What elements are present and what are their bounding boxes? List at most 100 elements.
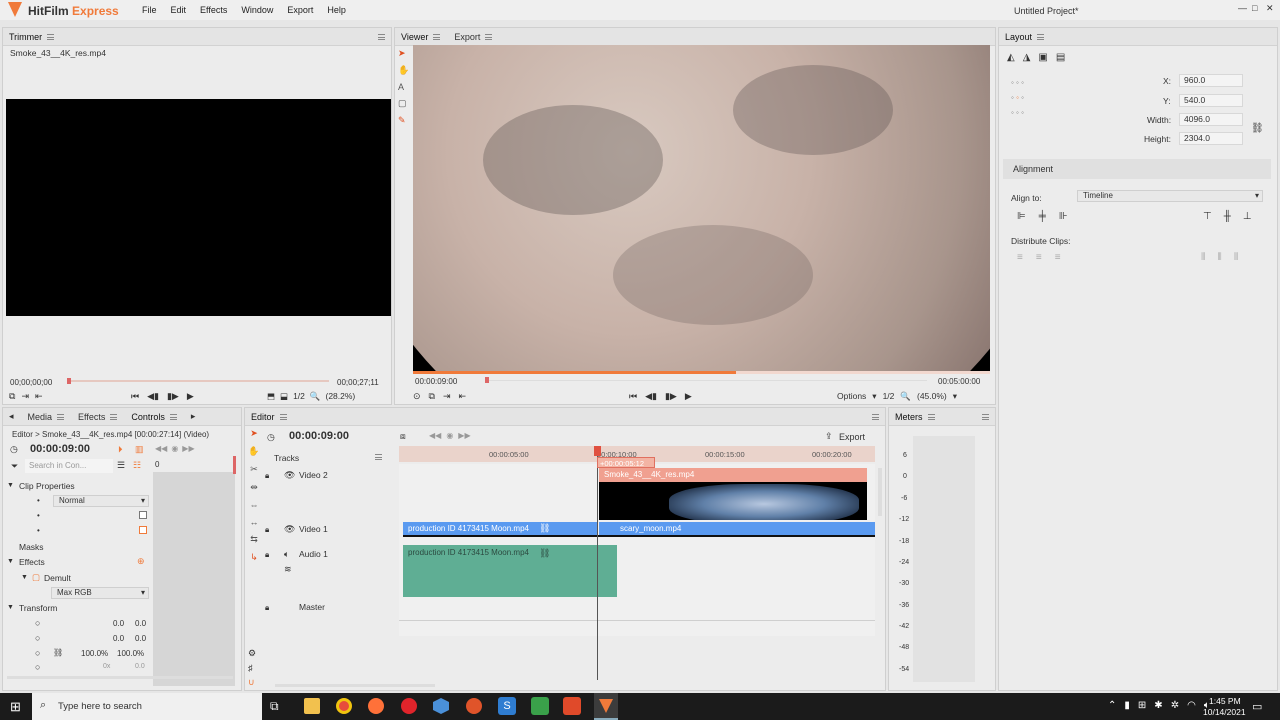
lock-icon[interactable]: 🔒︎ bbox=[265, 471, 269, 481]
effects-row[interactable]: ▼ Effects bbox=[3, 554, 153, 569]
viewer-scrub-bar[interactable] bbox=[487, 380, 927, 381]
property-checkbox[interactable] bbox=[139, 526, 147, 534]
settings-icon[interactable]: ⚙ bbox=[248, 648, 256, 659]
fill-icon[interactable]: ▤ bbox=[1056, 52, 1065, 63]
trimmer-preview[interactable] bbox=[6, 99, 391, 316]
clip-properties-row[interactable]: ▼ Clip Properties bbox=[3, 478, 153, 493]
menu-help[interactable]: Help bbox=[327, 5, 346, 15]
tab-trimmer[interactable]: Trimmer bbox=[9, 32, 55, 42]
step-forward-icon[interactable]: ▮▶ bbox=[167, 391, 179, 402]
app-s-icon[interactable]: S bbox=[498, 697, 516, 715]
menu-export[interactable]: Export bbox=[287, 5, 313, 15]
step-back-icon[interactable]: ◀▮ bbox=[645, 391, 657, 402]
tray-usb-icon[interactable]: ▮ bbox=[1124, 700, 1130, 711]
minimize-button[interactable]: — bbox=[1238, 3, 1247, 13]
select-tool-icon[interactable]: ➤ bbox=[398, 48, 410, 59]
hitfilm-taskbar-button[interactable] bbox=[594, 693, 618, 720]
step-forward-icon[interactable]: ▮▶ bbox=[665, 391, 677, 402]
menu-edit[interactable]: Edit bbox=[171, 5, 187, 15]
chevron-down-icon[interactable]: ▾ bbox=[953, 391, 957, 402]
flip-horizontal-icon[interactable]: ◭ bbox=[1007, 52, 1015, 63]
app-cube-icon[interactable] bbox=[433, 698, 449, 714]
property-checkbox[interactable] bbox=[139, 511, 147, 519]
trimmer-fraction[interactable]: 1/2 bbox=[293, 391, 305, 402]
opera-icon[interactable] bbox=[401, 698, 417, 714]
editor-horizontal-scrollbar[interactable] bbox=[275, 684, 435, 687]
tab-controls[interactable]: Controls bbox=[131, 412, 177, 422]
play-icon[interactable]: ▶ bbox=[685, 391, 692, 402]
zoom-icon[interactable]: 🔍 bbox=[900, 391, 911, 402]
controls-search-input[interactable]: Search in Con... bbox=[25, 459, 113, 473]
keyframe-toggle-icon[interactable]: ◉ bbox=[171, 444, 178, 453]
scroll-left-icon[interactable]: ◂ bbox=[9, 411, 14, 422]
close-button[interactable]: ✕ bbox=[1266, 3, 1274, 14]
align-top-icon[interactable]: ⊤ bbox=[1203, 211, 1212, 222]
tab-meters[interactable]: Meters bbox=[895, 412, 935, 422]
taskbar-search-input[interactable]: Type here to search bbox=[58, 701, 142, 712]
align-middle-icon[interactable]: ╫ bbox=[1224, 211, 1231, 222]
clock-date[interactable]: 10/14/2021 bbox=[1203, 707, 1246, 717]
distribute-top-icon[interactable]: ≡ bbox=[1017, 252, 1023, 263]
rate-tool-icon[interactable]: ↳ bbox=[250, 552, 258, 563]
pen-tool-icon[interactable]: ✎ bbox=[398, 115, 410, 126]
transform-value[interactable]: 0.0 bbox=[135, 619, 146, 628]
controls-keyframe-area[interactable] bbox=[153, 472, 235, 686]
flip-vertical-icon[interactable]: ◮ bbox=[1023, 52, 1031, 63]
transform-value[interactable]: 0x bbox=[103, 663, 110, 670]
editor-export-button[interactable]: Export bbox=[839, 432, 865, 442]
panel-menu-icon[interactable] bbox=[378, 32, 385, 42]
align-right-icon[interactable]: ⊪ bbox=[1059, 211, 1068, 222]
app-orange-icon[interactable] bbox=[466, 698, 482, 714]
hand-tool-icon[interactable]: ✋ bbox=[398, 65, 410, 76]
rotation-icon[interactable]: ○ bbox=[35, 662, 40, 672]
distribute-left-icon[interactable]: ⦀ bbox=[1201, 252, 1205, 263]
width-field[interactable]: 4096.0 bbox=[1179, 113, 1243, 126]
insert-icon[interactable]: ⇥ bbox=[443, 391, 451, 402]
viewer-zoom[interactable]: (45.0%) bbox=[917, 391, 947, 402]
transform-value[interactable]: 0.0 bbox=[113, 634, 124, 643]
step-back-icon[interactable]: ◀▮ bbox=[147, 391, 159, 402]
marker-icon[interactable]: ⏵ bbox=[118, 444, 123, 455]
lock-icon[interactable]: 🔒︎ bbox=[265, 550, 269, 560]
clock-time[interactable]: 1:45 PM bbox=[1209, 696, 1241, 706]
tracks-menu-icon[interactable] bbox=[375, 452, 382, 462]
tab-export[interactable]: Export bbox=[454, 32, 493, 42]
safe-area-icon[interactable]: ⊙ bbox=[413, 391, 421, 402]
taskbar-search[interactable]: ⌕ Type here to search bbox=[32, 693, 262, 720]
fit-icon[interactable]: ▣ bbox=[1038, 52, 1047, 63]
x-field[interactable]: 960.0 bbox=[1179, 74, 1243, 87]
editor-playhead-line[interactable] bbox=[597, 448, 598, 680]
editor-time[interactable]: 00:00:09:00 bbox=[289, 430, 349, 442]
link-icon[interactable]: ⛓ bbox=[1251, 123, 1264, 134]
masks-row[interactable]: Masks bbox=[3, 539, 153, 554]
zoom-icon[interactable]: 🔍 bbox=[310, 391, 321, 402]
tab-layout[interactable]: Layout bbox=[1005, 32, 1045, 42]
tray-network-icon[interactable]: ⊞ bbox=[1138, 700, 1146, 711]
loop-icon[interactable]: ⧉ bbox=[9, 391, 15, 402]
slip-tool-icon[interactable]: ⇹ bbox=[250, 482, 258, 493]
windows-start-icon[interactable]: ⊞ bbox=[10, 699, 21, 715]
scale-icon[interactable]: ○ bbox=[35, 648, 40, 658]
anchor-icon[interactable]: ○ bbox=[35, 618, 40, 628]
tray-wifi-icon[interactable]: ◠ bbox=[1187, 700, 1196, 711]
app-green-icon[interactable] bbox=[531, 697, 549, 715]
transform-value[interactable]: 100.0% bbox=[117, 649, 144, 658]
export-icon[interactable]: ⇪ bbox=[825, 431, 833, 442]
chrome-icon[interactable] bbox=[336, 698, 352, 714]
trimmer-playhead[interactable] bbox=[67, 378, 71, 384]
transform-value[interactable]: 0.0 bbox=[113, 619, 124, 628]
anchor-grid[interactable]: ◦ ◦ ◦ ◦ ◦ ◦ ◦ ◦ ◦ bbox=[1011, 75, 1024, 120]
menu-window[interactable]: Window bbox=[241, 5, 273, 15]
select-tool-icon[interactable]: ➤ bbox=[250, 428, 258, 439]
demult-row[interactable]: ▼ ▢ Demult bbox=[3, 570, 153, 585]
lock-icon[interactable]: 🔒︎ bbox=[265, 603, 269, 613]
height-field[interactable]: 2304.0 bbox=[1179, 132, 1243, 145]
align-left-icon[interactable]: ⊫ bbox=[1017, 211, 1026, 222]
distribute-right-icon[interactable]: ⦀ bbox=[1234, 252, 1238, 263]
tray-settings-icon[interactable]: ✲ bbox=[1171, 700, 1179, 711]
trimmer-scrub-bar[interactable] bbox=[69, 380, 329, 382]
snap-icon[interactable]: ∪ bbox=[248, 677, 256, 688]
position-icon[interactable]: ○ bbox=[35, 633, 40, 643]
in-point-icon[interactable]: ⬒ bbox=[267, 391, 275, 402]
chevron-down-icon[interactable]: ▾ bbox=[872, 391, 876, 402]
